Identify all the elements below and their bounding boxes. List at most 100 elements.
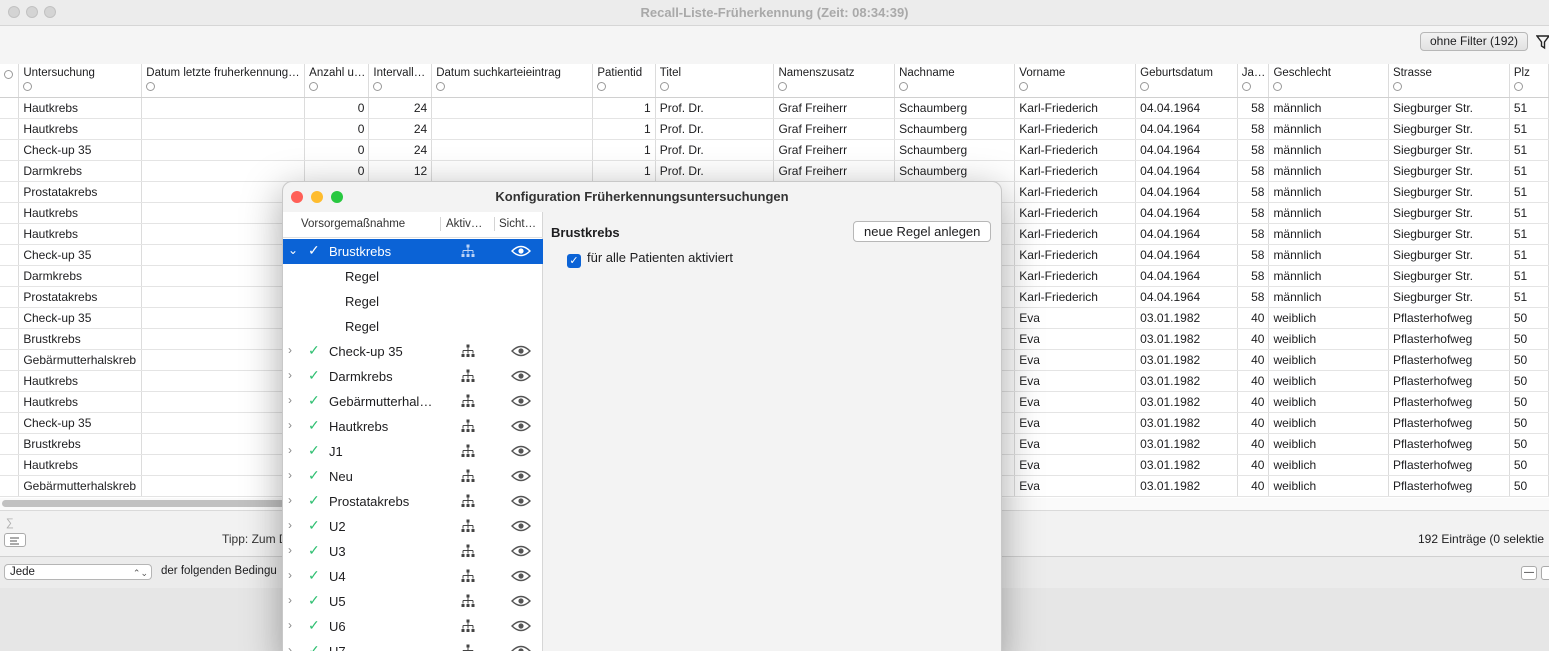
add-condition-button[interactable] — [1541, 566, 1549, 580]
column-header[interactable]: Plz — [1509, 64, 1549, 98]
list-icon[interactable] — [4, 533, 26, 547]
eye-icon[interactable] — [511, 395, 531, 407]
eye-icon[interactable] — [511, 570, 531, 582]
column-filter-icon[interactable] — [373, 82, 383, 91]
eye-icon[interactable] — [511, 470, 531, 482]
column-header[interactable] — [0, 64, 20, 98]
tree-item[interactable]: › ✓ Check-up 35 — [283, 339, 543, 364]
new-rule-button[interactable]: neue Regel anlegen — [853, 221, 992, 242]
column-filter-icon[interactable] — [4, 70, 13, 79]
column-filter-icon[interactable] — [1273, 82, 1283, 91]
hierarchy-icon[interactable] — [461, 569, 475, 583]
column-header[interactable]: Namenszusatz — [773, 64, 896, 98]
scrollbar-thumb[interactable] — [2, 500, 302, 507]
hierarchy-icon[interactable] — [461, 469, 475, 483]
eye-icon[interactable] — [511, 245, 531, 257]
eye-icon[interactable] — [511, 495, 531, 507]
chevron-right-icon[interactable]: › — [288, 443, 298, 457]
hierarchy-icon[interactable] — [461, 394, 475, 408]
table-row[interactable]: Darmkrebs 0 12 1 Prof. Dr. Graf Freiherr Schau… — [0, 160, 1549, 182]
col-head-visible[interactable]: Sicht… — [499, 218, 539, 230]
activate-all-row[interactable]: ✓ für alle Patienten aktiviert — [567, 250, 733, 268]
column-header[interactable]: Intervall… — [368, 64, 433, 98]
column-header[interactable]: Geburtsdatum — [1135, 64, 1238, 98]
tree-item[interactable]: › ✓ U6 — [283, 614, 543, 639]
column-header[interactable]: Anzahl u… — [304, 64, 370, 98]
tree-item[interactable]: › ✓ J1 — [283, 439, 543, 464]
eye-icon[interactable] — [511, 645, 531, 651]
hierarchy-icon[interactable] — [461, 369, 475, 383]
tree-item-brustkrebs[interactable]: ⌄ ✓ Brustkrebs — [283, 239, 543, 264]
column-header[interactable]: Geschlecht — [1268, 64, 1389, 98]
activate-all-checkbox[interactable]: ✓ — [567, 254, 581, 268]
tree-item[interactable]: › ✓ U4 — [283, 564, 543, 589]
column-filter-icon[interactable] — [436, 82, 446, 91]
tree-item[interactable]: › ✓ U3 — [283, 539, 543, 564]
eye-icon[interactable] — [511, 420, 531, 432]
chevron-right-icon[interactable]: › — [288, 393, 298, 407]
tree-item[interactable]: › ✓ Hautkrebs — [283, 414, 543, 439]
column-filter-icon[interactable] — [1140, 82, 1150, 91]
tree-item[interactable]: › ✓ Neu — [283, 464, 543, 489]
hierarchy-icon[interactable] — [461, 619, 475, 633]
filter-button[interactable]: ohne Filter (192) — [1420, 32, 1529, 51]
chevron-right-icon[interactable]: › — [288, 543, 298, 557]
hierarchy-icon[interactable] — [461, 644, 475, 651]
chevron-right-icon[interactable]: › — [288, 468, 298, 482]
hierarchy-icon[interactable] — [461, 419, 475, 433]
chevron-right-icon[interactable]: › — [288, 518, 298, 532]
tree-subitem-regel[interactable]: Regel — [283, 289, 543, 314]
column-filter-icon[interactable] — [1513, 82, 1523, 91]
match-select[interactable]: Jede ⌃⌄ — [4, 564, 152, 580]
column-header[interactable]: Titel — [655, 64, 775, 98]
column-header[interactable]: Untersuchung — [18, 64, 143, 98]
tree-item[interactable]: › ✓ Prostatakrebs — [283, 489, 543, 514]
chevron-right-icon[interactable]: › — [288, 418, 298, 432]
chevron-right-icon[interactable]: › — [288, 568, 298, 582]
chevron-right-icon[interactable]: › — [288, 368, 298, 382]
column-header[interactable]: Vorname — [1014, 64, 1137, 98]
table-row[interactable]: Check-up 35 0 24 1 Prof. Dr. Graf Freiherr Sch… — [0, 139, 1549, 161]
tree-subitem-regel[interactable]: Regel — [283, 264, 543, 289]
column-header[interactable]: Ja… — [1237, 64, 1270, 98]
column-filter-icon[interactable] — [899, 82, 909, 91]
hierarchy-icon[interactable] — [461, 544, 475, 558]
tree-item[interactable]: › ✓ U5 — [283, 589, 543, 614]
hierarchy-icon[interactable] — [461, 519, 475, 533]
column-header[interactable]: Datum letzte fruherkennung… — [141, 64, 306, 98]
column-header[interactable]: Datum suchkarteieintrag — [431, 64, 594, 98]
chevron-right-icon[interactable]: › — [288, 643, 298, 651]
chevron-down-icon[interactable]: ⌄ — [288, 243, 298, 257]
hierarchy-icon[interactable] — [461, 494, 475, 508]
column-header[interactable]: Nachname — [894, 64, 1016, 98]
chevron-right-icon[interactable]: › — [288, 343, 298, 357]
tree-item[interactable]: › ✓ Darmkrebs — [283, 364, 543, 389]
column-filter-icon[interactable] — [309, 82, 319, 91]
eye-icon[interactable] — [511, 445, 531, 457]
table-row[interactable]: Hautkrebs 0 24 1 Prof. Dr. Graf Freiherr Schau… — [0, 118, 1549, 140]
chevron-right-icon[interactable]: › — [288, 618, 298, 632]
tree-subitem-regel[interactable]: Regel — [283, 314, 543, 339]
hierarchy-icon[interactable] — [461, 344, 475, 358]
eye-icon[interactable] — [511, 545, 531, 557]
funnel-icon[interactable] — [1536, 34, 1549, 50]
hierarchy-icon[interactable] — [461, 594, 475, 608]
chevron-right-icon[interactable]: › — [288, 593, 298, 607]
hierarchy-icon[interactable] — [461, 444, 475, 458]
col-head-active[interactable]: Aktiv… — [446, 218, 491, 230]
column-filter-icon[interactable] — [1241, 82, 1251, 91]
tree-item[interactable]: › ✓ U2 — [283, 514, 543, 539]
eye-icon[interactable] — [511, 345, 531, 357]
chevron-right-icon[interactable]: › — [288, 493, 298, 507]
column-header[interactable]: Patientid — [592, 64, 656, 98]
tree-item[interactable]: › ✓ U7 — [283, 639, 543, 651]
column-filter-icon[interactable] — [1019, 82, 1029, 91]
column-filter-icon[interactable] — [659, 82, 669, 91]
hierarchy-icon[interactable] — [461, 244, 475, 258]
column-filter-icon[interactable] — [597, 82, 607, 91]
column-header[interactable]: Strasse — [1388, 64, 1510, 98]
eye-icon[interactable] — [511, 595, 531, 607]
table-row[interactable]: Hautkrebs 0 24 1 Prof. Dr. Graf Freiherr Schau… — [0, 97, 1549, 119]
eye-icon[interactable] — [511, 620, 531, 632]
column-filter-icon[interactable] — [23, 82, 33, 91]
